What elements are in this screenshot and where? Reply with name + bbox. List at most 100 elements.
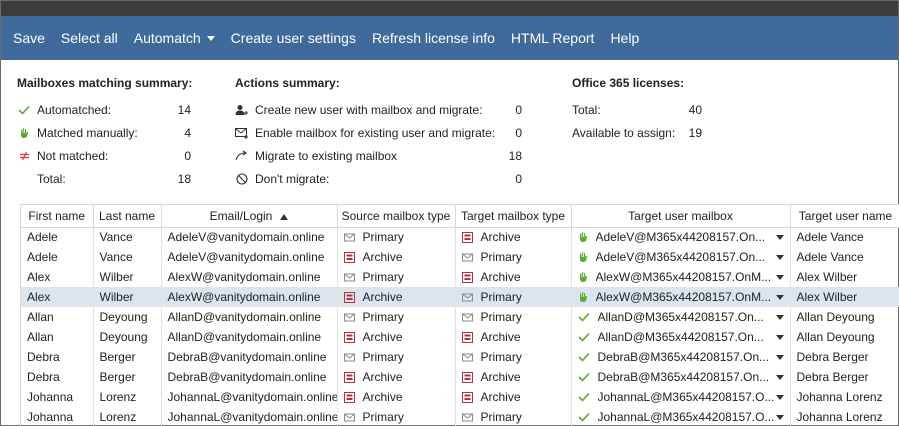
cell-target-mailbox-type[interactable]: Primary bbox=[455, 347, 572, 367]
chevron-down-icon[interactable] bbox=[775, 354, 784, 360]
chevron-down-icon[interactable] bbox=[775, 334, 784, 340]
cell-last-name[interactable]: Deyoung bbox=[93, 307, 162, 327]
column-header-target-user-name[interactable]: Target user name bbox=[790, 205, 899, 228]
cell-target-user-name[interactable]: Allan Deyoung bbox=[790, 327, 899, 347]
cell-target-mailbox-type[interactable]: Archive bbox=[455, 387, 572, 407]
table-row[interactable]: Johanna Lorenz JohannaL@vanitydomain.onlin… bbox=[21, 387, 899, 407]
cell-email[interactable]: AllanD@vanitydomain.online bbox=[161, 327, 338, 347]
chevron-down-icon[interactable] bbox=[775, 314, 784, 320]
cell-target-user-name[interactable]: Johanna Lorenz bbox=[790, 407, 899, 426]
column-header-target-user-mailbox[interactable]: Target user mailbox bbox=[571, 205, 791, 228]
cell-first-name[interactable]: Adele bbox=[21, 247, 94, 267]
help-button[interactable]: Help bbox=[610, 30, 639, 46]
cell-source-mailbox-type[interactable]: Primary bbox=[337, 227, 456, 247]
create-user-settings-button[interactable]: Create user settings bbox=[231, 30, 356, 46]
cell-target-user-name[interactable]: Johanna Lorenz bbox=[790, 387, 899, 407]
table-row[interactable]: Debra Berger DebraB@vanitydomain.online Pri… bbox=[21, 347, 899, 367]
cell-email[interactable]: DebraB@vanitydomain.online bbox=[161, 367, 338, 387]
chevron-down-icon[interactable] bbox=[775, 414, 784, 420]
table-row[interactable]: Johanna Lorenz JohannaL@vanitydomain.onlin… bbox=[21, 407, 899, 426]
cell-last-name[interactable]: Vance bbox=[93, 227, 162, 247]
cell-source-mailbox-type[interactable]: Primary bbox=[337, 307, 456, 327]
cell-target-user-name[interactable]: Allan Deyoung bbox=[790, 307, 899, 327]
chevron-down-icon[interactable] bbox=[775, 254, 784, 260]
chevron-down-icon[interactable] bbox=[775, 294, 784, 300]
cell-source-mailbox-type[interactable]: Archive bbox=[337, 387, 456, 407]
cell-source-mailbox-type[interactable]: Primary bbox=[337, 267, 456, 287]
cell-first-name[interactable]: Adele bbox=[21, 227, 94, 247]
cell-source-mailbox-type[interactable]: Primary bbox=[337, 407, 456, 426]
cell-first-name[interactable]: Allan bbox=[21, 307, 94, 327]
cell-target-user-mailbox[interactable]: DebraB@M365x44208157.On... bbox=[571, 347, 791, 367]
table-row[interactable]: Alex Wilber AlexW@vanitydomain.online Prima… bbox=[21, 267, 899, 287]
cell-target-user-mailbox[interactable]: AdeleV@M365x44208157.On... bbox=[571, 227, 791, 247]
cell-source-mailbox-type[interactable]: Archive bbox=[337, 287, 456, 307]
cell-last-name[interactable]: Lorenz bbox=[93, 387, 162, 407]
chevron-down-icon[interactable] bbox=[775, 394, 784, 400]
column-header-email-login[interactable]: Email/Login bbox=[161, 205, 338, 228]
cell-target-mailbox-type[interactable]: Archive bbox=[455, 227, 572, 247]
cell-target-user-name[interactable]: Debra Berger bbox=[790, 347, 899, 367]
column-header-target-mailbox-type[interactable]: Target mailbox type bbox=[455, 205, 572, 228]
cell-first-name[interactable]: Alex bbox=[21, 287, 94, 307]
cell-target-mailbox-type[interactable]: Archive bbox=[455, 367, 572, 387]
cell-first-name[interactable]: Alex bbox=[21, 267, 94, 287]
cell-target-user-mailbox[interactable]: DebraB@M365x44208157.On... bbox=[571, 367, 791, 387]
cell-first-name[interactable]: Johanna bbox=[21, 407, 94, 426]
cell-email[interactable]: DebraB@vanitydomain.online bbox=[161, 347, 338, 367]
column-header-first-name[interactable]: First name bbox=[21, 205, 94, 228]
table-row[interactable]: Adele Vance AdeleV@vanitydomain.online Arch… bbox=[21, 247, 899, 267]
cell-first-name[interactable]: Debra bbox=[21, 347, 94, 367]
cell-target-user-mailbox[interactable]: AdeleV@M365x44208157.On... bbox=[571, 247, 791, 267]
html-report-button[interactable]: HTML Report bbox=[511, 30, 595, 46]
table-row[interactable]: Alex Wilber AlexW@vanitydomain.online Archi… bbox=[21, 287, 899, 307]
cell-last-name[interactable]: Wilber bbox=[93, 267, 162, 287]
cell-email[interactable]: AdeleV@vanitydomain.online bbox=[161, 247, 338, 267]
chevron-down-icon[interactable] bbox=[775, 374, 784, 380]
table-row[interactable]: Allan Deyoung AllanD@vanitydomain.online Pr… bbox=[21, 307, 899, 327]
cell-target-user-name[interactable]: Debra Berger bbox=[790, 367, 899, 387]
column-header-source-mailbox-type[interactable]: Source mailbox type bbox=[337, 205, 456, 228]
cell-last-name[interactable]: Lorenz bbox=[93, 407, 162, 426]
cell-target-user-mailbox[interactable]: AlexW@M365x44208157.OnM... bbox=[571, 287, 791, 307]
cell-source-mailbox-type[interactable]: Archive bbox=[337, 247, 456, 267]
cell-last-name[interactable]: Berger bbox=[93, 347, 162, 367]
cell-email[interactable]: AdeleV@vanitydomain.online bbox=[161, 227, 338, 247]
cell-target-user-name[interactable]: Adele Vance bbox=[790, 247, 899, 267]
cell-last-name[interactable]: Berger bbox=[93, 367, 162, 387]
cell-target-user-name[interactable]: Adele Vance bbox=[790, 227, 899, 247]
select-all-button[interactable]: Select all bbox=[61, 30, 118, 46]
refresh-license-info-button[interactable]: Refresh license info bbox=[372, 30, 495, 46]
cell-target-user-mailbox[interactable]: AlexW@M365x44208157.OnM... bbox=[571, 267, 791, 287]
table-row[interactable]: Debra Berger DebraB@vanitydomain.online Arc… bbox=[21, 367, 899, 387]
cell-target-user-mailbox[interactable]: JohannaL@M365x44208157.O... bbox=[571, 387, 791, 407]
cell-target-mailbox-type[interactable]: Archive bbox=[455, 267, 572, 287]
cell-last-name[interactable]: Deyoung bbox=[93, 327, 162, 347]
cell-target-user-mailbox[interactable]: AllanD@M365x44208157.On... bbox=[571, 327, 791, 347]
cell-email[interactable]: JohannaL@vanitydomain.online bbox=[161, 407, 338, 426]
cell-target-mailbox-type[interactable]: Primary bbox=[455, 247, 572, 267]
cell-source-mailbox-type[interactable]: Archive bbox=[337, 327, 456, 347]
cell-target-mailbox-type[interactable]: Primary bbox=[455, 307, 572, 327]
table-row[interactable]: Allan Deyoung AllanD@vanitydomain.online Ar… bbox=[21, 327, 899, 347]
column-header-last-name[interactable]: Last name bbox=[93, 205, 162, 228]
cell-email[interactable]: AlexW@vanitydomain.online bbox=[161, 287, 338, 307]
save-button[interactable]: Save bbox=[13, 30, 45, 46]
cell-last-name[interactable]: Wilber bbox=[93, 287, 162, 307]
cell-target-mailbox-type[interactable]: Archive bbox=[455, 327, 572, 347]
cell-email[interactable]: AllanD@vanitydomain.online bbox=[161, 307, 338, 327]
cell-target-user-name[interactable]: Alex Wilber bbox=[790, 287, 899, 307]
cell-target-user-mailbox[interactable]: AllanD@M365x44208157.On... bbox=[571, 307, 791, 327]
cell-source-mailbox-type[interactable]: Archive bbox=[337, 367, 456, 387]
cell-source-mailbox-type[interactable]: Primary bbox=[337, 347, 456, 367]
cell-last-name[interactable]: Vance bbox=[93, 247, 162, 267]
cell-target-mailbox-type[interactable]: Primary bbox=[455, 287, 572, 307]
cell-first-name[interactable]: Johanna bbox=[21, 387, 94, 407]
cell-target-mailbox-type[interactable]: Primary bbox=[455, 407, 572, 426]
automatch-dropdown-button[interactable]: Automatch bbox=[134, 30, 215, 46]
table-row[interactable]: Adele Vance AdeleV@vanitydomain.online Prim… bbox=[21, 227, 899, 247]
cell-target-user-name[interactable]: Alex Wilber bbox=[790, 267, 899, 287]
cell-target-user-mailbox[interactable]: JohannaL@M365x44208157.O... bbox=[571, 407, 791, 426]
chevron-down-icon[interactable] bbox=[775, 234, 784, 240]
cell-email[interactable]: JohannaL@vanitydomain.online bbox=[161, 387, 338, 407]
